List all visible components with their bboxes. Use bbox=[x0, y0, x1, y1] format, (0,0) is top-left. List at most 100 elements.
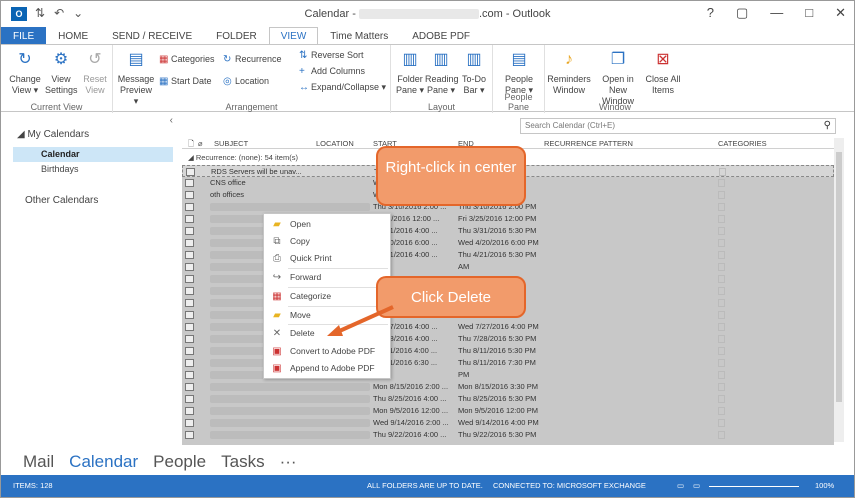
row-category-box[interactable] bbox=[718, 419, 725, 427]
row-end: Wed 9/14/2016 4:00 PM bbox=[458, 418, 539, 427]
scrollbar-thumb[interactable] bbox=[836, 152, 842, 402]
group-row-recurrence[interactable]: ◢ Recurrence: (none): 54 item(s) bbox=[188, 153, 298, 162]
minimize-icon[interactable]: — bbox=[770, 5, 783, 21]
recurrence-button[interactable]: ↻ Recurrence bbox=[223, 53, 282, 66]
row-category-box[interactable] bbox=[719, 168, 726, 176]
location-button[interactable]: ◎ Location bbox=[223, 75, 269, 88]
calendar-icon: ▦ bbox=[159, 76, 169, 87]
header-recurrence[interactable]: RECURRENCE PATTERN bbox=[544, 138, 633, 149]
maximize-icon[interactable]: □ bbox=[805, 5, 813, 21]
search-input[interactable]: Search Calendar (Ctrl+E) ⚲ bbox=[520, 118, 836, 134]
search-icon[interactable]: ⚲ bbox=[824, 119, 831, 133]
row-category-box[interactable] bbox=[718, 203, 725, 211]
close-icon[interactable]: ✕ bbox=[835, 5, 846, 21]
nav-mail[interactable]: Mail bbox=[23, 448, 54, 475]
menu-item-open[interactable]: ▰ Open bbox=[264, 216, 390, 233]
header-location[interactable]: LOCATION bbox=[316, 138, 354, 149]
delete-x-icon: ✕ bbox=[272, 328, 282, 339]
start-date-button[interactable]: ▦ Start Date bbox=[159, 75, 212, 88]
reading-pane-button[interactable]: ▥ Reading Pane ▾ bbox=[425, 49, 459, 96]
row-category-box[interactable] bbox=[718, 395, 725, 403]
add-columns-icon: + bbox=[299, 66, 305, 77]
view-settings-button[interactable]: ⚙ View Settings bbox=[45, 49, 78, 96]
people-pane-button[interactable]: ▤ People Pane ▾ bbox=[501, 49, 537, 96]
add-columns-button[interactable]: + Add Columns bbox=[299, 65, 365, 78]
nav-calendar[interactable]: Calendar bbox=[69, 448, 138, 475]
expand-collapse-button[interactable]: ↔ Expand/Collapse ▾ bbox=[299, 81, 386, 94]
table-row[interactable]: Thu 8/25/2016 4:00 ... Thu 8/25/2016 5:30… bbox=[182, 393, 834, 405]
row-category-box[interactable] bbox=[718, 179, 725, 187]
row-category-box[interactable] bbox=[718, 191, 725, 199]
tab-home[interactable]: HOME bbox=[46, 27, 100, 45]
tab-view[interactable]: VIEW bbox=[268, 27, 319, 45]
help-icon[interactable]: ? bbox=[707, 5, 714, 21]
my-calendars-header[interactable]: ◢ My Calendars bbox=[17, 129, 89, 140]
row-category-box[interactable] bbox=[718, 323, 725, 331]
other-calendars-header[interactable]: Other Calendars bbox=[25, 195, 98, 206]
menu-item-forward[interactable]: ↪ Forward bbox=[264, 269, 390, 286]
expand-collapse-label: Expand/Collapse ▾ bbox=[311, 82, 387, 92]
row-category-box[interactable] bbox=[718, 275, 725, 283]
appointment-icon bbox=[185, 263, 194, 271]
table-row[interactable]: Thu 9/22/2016 4:00 ... Thu 9/22/2016 5:30… bbox=[182, 429, 834, 441]
vertical-scrollbar[interactable] bbox=[834, 138, 844, 442]
row-category-box[interactable] bbox=[718, 347, 725, 355]
header-categories[interactable]: CATEGORIES bbox=[718, 138, 767, 149]
tab-time-matters[interactable]: Time Matters bbox=[318, 27, 400, 45]
row-category-box[interactable] bbox=[718, 299, 725, 307]
folder-pane-button[interactable]: ▥ Folder Pane ▾ bbox=[395, 49, 425, 96]
tab-file[interactable]: FILE bbox=[1, 27, 47, 45]
icon-column-icon[interactable]: 🗋 bbox=[188, 138, 194, 149]
row-category-box[interactable] bbox=[718, 335, 725, 343]
attachment-column-icon[interactable]: ⌀ bbox=[198, 138, 203, 149]
reset-view-button[interactable]: ↺ Reset View bbox=[81, 49, 109, 96]
row-category-box[interactable] bbox=[718, 311, 725, 319]
nav-people[interactable]: People bbox=[153, 448, 206, 475]
row-category-box[interactable] bbox=[718, 287, 725, 295]
row-category-box[interactable] bbox=[718, 431, 725, 439]
normal-view-icon[interactable]: ▭ bbox=[677, 475, 684, 497]
change-view-button[interactable]: ↻ Change View ▾ bbox=[9, 49, 41, 96]
nav-more-icon[interactable]: ··· bbox=[280, 448, 297, 475]
row-end: Thu 3/31/2016 5:30 PM bbox=[458, 226, 537, 235]
row-end: Mon 9/5/2016 12:00 PM bbox=[458, 406, 539, 415]
table-row[interactable]: Mon 9/5/2016 12:00 ... Mon 9/5/2016 12:00… bbox=[182, 405, 834, 417]
tab-folder[interactable]: FOLDER bbox=[204, 27, 269, 45]
close-all-items-button[interactable]: ⊠ Close All Items bbox=[645, 49, 681, 96]
ribbon-display-icon[interactable]: ▢ bbox=[736, 5, 748, 21]
group-label-current-view: Current View bbox=[30, 102, 83, 112]
row-category-box[interactable] bbox=[718, 371, 725, 379]
status-items-count: ITEMS: 128 bbox=[13, 481, 53, 490]
table-row[interactable]: Mon 8/15/2016 2:00 ... Mon 8/15/2016 3:30… bbox=[182, 381, 834, 393]
categories-button[interactable]: ▦ Categories bbox=[159, 53, 215, 66]
message-preview-button[interactable]: ▤ Message Preview ▾ bbox=[117, 49, 155, 107]
tab-send-receive[interactable]: SEND / RECEIVE bbox=[100, 27, 204, 45]
reminders-window-button[interactable]: ♪ Reminders Window bbox=[547, 49, 591, 96]
table-row[interactable]: Wed 9/14/2016 2:00 ... Wed 9/14/2016 4:00… bbox=[182, 417, 834, 429]
menu-item-copy[interactable]: ⧉ Copy bbox=[264, 233, 390, 250]
row-category-box[interactable] bbox=[718, 239, 725, 247]
todo-bar-button[interactable]: ▥ To-Do Bar ▾ bbox=[459, 49, 489, 96]
nav-item-birthdays[interactable]: Birthdays bbox=[13, 162, 173, 177]
row-category-box[interactable] bbox=[718, 263, 725, 271]
nav-tasks[interactable]: Tasks bbox=[221, 448, 264, 475]
reading-view-icon[interactable]: ▭ bbox=[693, 475, 700, 497]
row-category-box[interactable] bbox=[718, 251, 725, 259]
zoom-slider[interactable] bbox=[709, 486, 799, 487]
row-category-box[interactable] bbox=[718, 407, 725, 415]
outlook-window: O ⇅ ↶ ⌄ Calendar - .com - Outlook ? ▢ — … bbox=[0, 0, 855, 498]
nav-item-calendar[interactable]: Calendar bbox=[13, 147, 173, 162]
row-category-box[interactable] bbox=[718, 227, 725, 235]
menu-item-quick-print[interactable]: ⎙ Quick Print bbox=[264, 250, 390, 267]
open-new-window-button[interactable]: ❐ Open in New Window bbox=[593, 49, 643, 107]
tab-adobe-pdf[interactable]: ADOBE PDF bbox=[400, 27, 482, 45]
reverse-sort-button[interactable]: ⇅ Reverse Sort bbox=[299, 49, 364, 62]
header-subject[interactable]: SUBJECT bbox=[214, 138, 248, 149]
row-category-box[interactable] bbox=[718, 383, 725, 391]
menu-item-convert-to-adobe-pdf[interactable]: ▣ Convert to Adobe PDF bbox=[264, 343, 390, 360]
menu-item-append-to-adobe-pdf[interactable]: ▣ Append to Adobe PDF bbox=[264, 360, 390, 377]
row-category-box[interactable] bbox=[718, 359, 725, 367]
row-category-box[interactable] bbox=[718, 215, 725, 223]
collapse-pane-icon[interactable]: ‹ bbox=[170, 115, 173, 126]
row-end: Wed 7/27/2016 4:00 PM bbox=[458, 322, 539, 331]
